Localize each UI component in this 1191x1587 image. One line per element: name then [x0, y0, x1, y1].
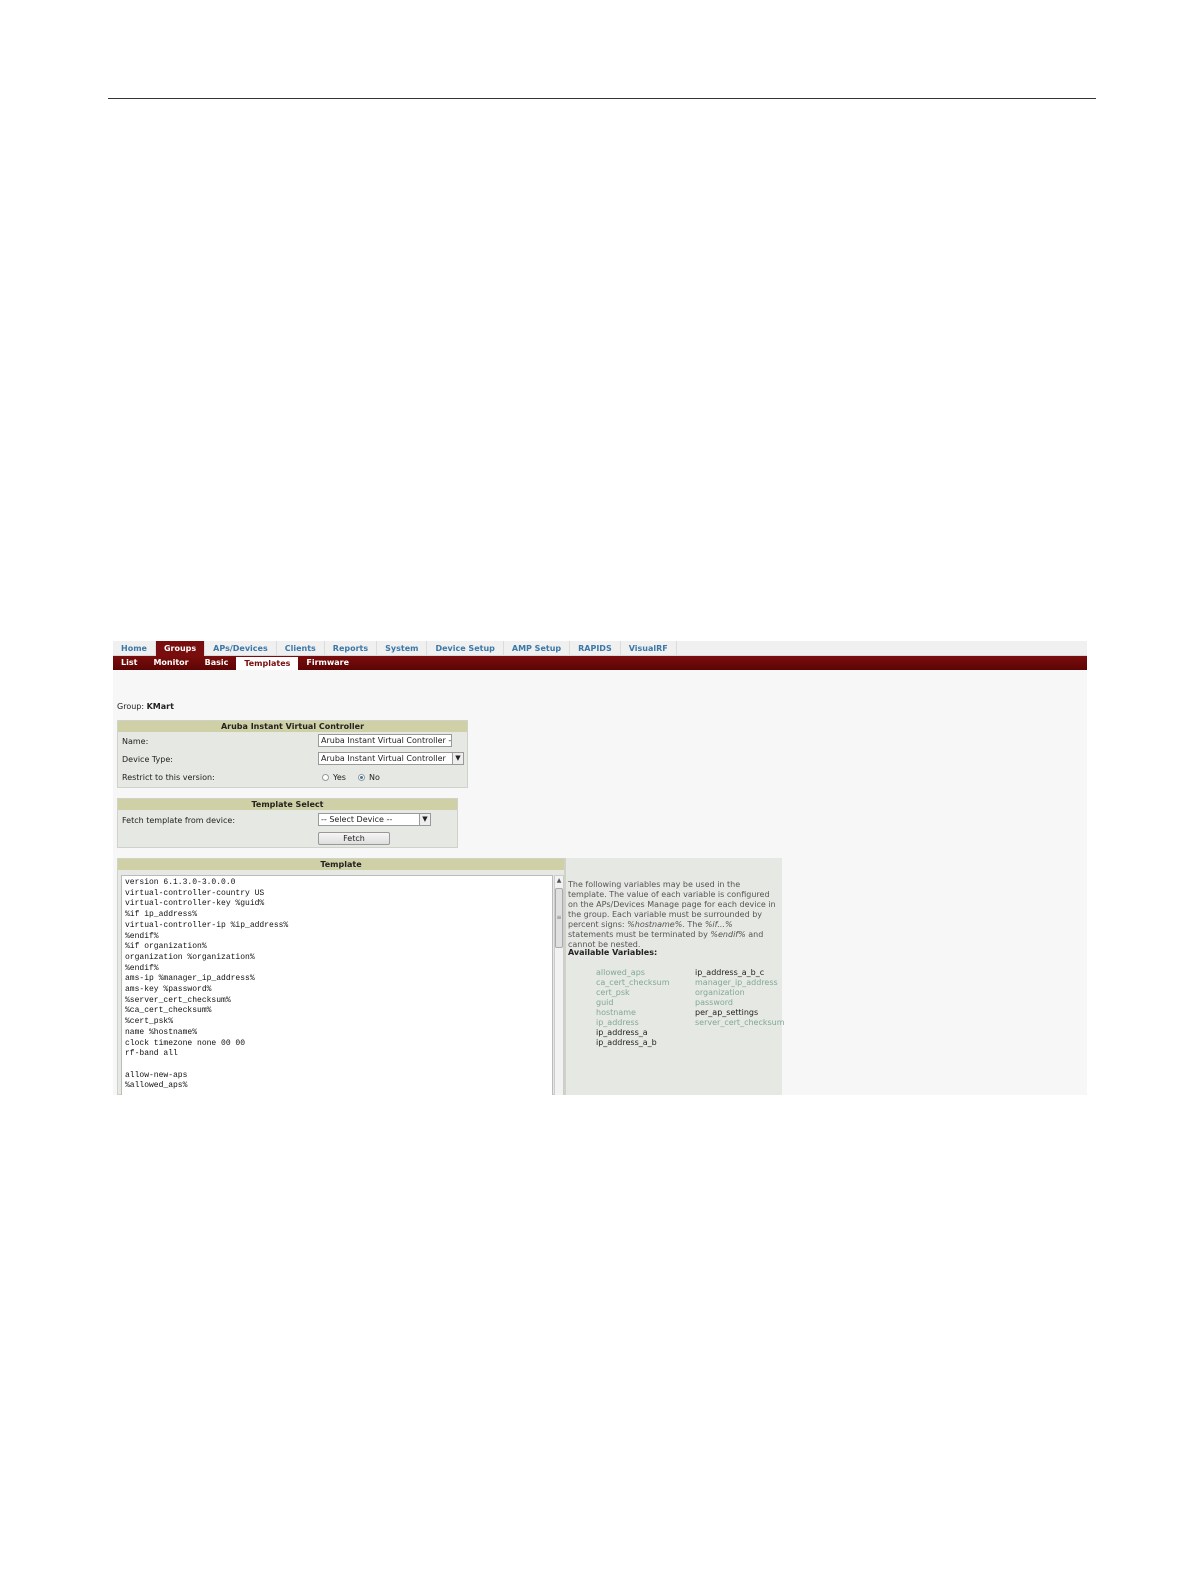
variable-server-cert-checksum[interactable]: server_cert_checksum	[695, 1018, 785, 1028]
variable-organization[interactable]: organization	[695, 988, 785, 998]
device-type-value: Aruba Instant Virtual Controller	[321, 754, 446, 763]
name-input[interactable]: Aruba Instant Virtual Controller - 6.	[318, 734, 452, 747]
tab-groups[interactable]: Groups	[155, 641, 206, 656]
tab-clients[interactable]: Clients	[277, 641, 325, 656]
subtab-list[interactable]: List	[113, 656, 145, 670]
variable-cert-psk[interactable]: cert_psk	[596, 988, 670, 998]
scroll-thumb[interactable]: ≡	[555, 888, 563, 948]
subtab-firmware[interactable]: Firmware	[298, 656, 357, 670]
tab-device-setup[interactable]: Device Setup	[427, 641, 504, 656]
help-text-2: . The	[682, 920, 705, 929]
variable-guid[interactable]: guid	[596, 998, 670, 1008]
group-label: Group:	[117, 702, 145, 711]
help-if-example: %if...%	[704, 920, 733, 929]
chevron-down-icon[interactable]: ▼	[419, 814, 430, 825]
tab-visualrf[interactable]: VisualRF	[621, 641, 677, 656]
help-text-3: statements must be terminated by	[568, 930, 711, 939]
variable-per-ap-settings: per_ap_settings	[695, 1008, 759, 1017]
tab-amp-setup[interactable]: AMP Setup	[504, 641, 571, 656]
variables-help-text: The following variables may be used in t…	[568, 880, 780, 950]
tab-rapids[interactable]: RAPIDS	[570, 641, 621, 656]
tab-aps-devices[interactable]: APs/Devices	[205, 641, 277, 656]
variables-panel: The following variables may be used in t…	[565, 858, 785, 1095]
template-panel: Template version 6.1.3.0-3.0.0.0 virtual…	[117, 858, 565, 1095]
top-nav: Home Groups APs/Devices Clients Reports Syste…	[113, 641, 1087, 656]
help-hostname-example: %hostname%	[627, 920, 683, 929]
page-top-rule	[108, 98, 1096, 99]
fetch-template-label: Fetch template from device:	[122, 816, 236, 825]
available-variables-title: Available Variables:	[568, 948, 658, 957]
variable-allowed-aps[interactable]: allowed_aps	[596, 968, 670, 978]
variable-ip-address[interactable]: ip_address	[596, 1018, 670, 1028]
variables-column-1: allowed_aps ca_cert_checksum cert_psk guid h…	[596, 968, 670, 1048]
subtab-basic[interactable]: Basic	[197, 656, 237, 670]
subtab-templates[interactable]: Templates	[236, 657, 299, 670]
tab-system[interactable]: System	[377, 641, 428, 656]
amp-screen: Home Groups APs/Devices Clients Reports Syste…	[113, 641, 1087, 1095]
restrict-no-option[interactable]: No	[358, 773, 380, 782]
restrict-yes-radio[interactable]	[322, 774, 329, 781]
variable-ip-address-a: ip_address_a	[596, 1028, 648, 1037]
template-select-panel: Template Select Fetch template from devi…	[117, 798, 458, 848]
restrict-yes-option[interactable]: Yes	[322, 773, 346, 782]
help-endif-example: %endif%	[710, 930, 746, 939]
variable-password[interactable]: password	[695, 998, 785, 1008]
variable-manager-ip-address[interactable]: manager_ip_address	[695, 978, 785, 988]
variables-column-2: ip_address_a_b_c manager_ip_address organi…	[695, 968, 785, 1028]
device-select[interactable]: -- Select Device -- ▼	[318, 813, 431, 826]
tab-home[interactable]: Home	[113, 641, 156, 656]
variable-ca-cert-checksum[interactable]: ca_cert_checksum	[596, 978, 670, 988]
restrict-version-label: Restrict to this version:	[122, 773, 215, 782]
restrict-yes-label: Yes	[333, 773, 346, 782]
restrict-no-radio[interactable]	[358, 774, 365, 781]
sub-nav: List Monitor Basic Templates Firmware	[113, 656, 1087, 670]
template-select-title: Template Select	[118, 799, 457, 810]
template-scrollbar[interactable]: ▲ ≡	[554, 875, 564, 1095]
restrict-no-label: No	[369, 773, 380, 782]
device-type-select[interactable]: Aruba Instant Virtual Controller ▼	[318, 752, 464, 765]
device-type-label: Device Type:	[122, 755, 173, 764]
scroll-up-icon[interactable]: ▲	[555, 876, 563, 886]
controller-panel-title: Aruba Instant Virtual Controller	[118, 721, 467, 732]
template-text: version 6.1.3.0-3.0.0.0 virtual-controll…	[125, 878, 289, 1091]
variable-ip-address-a-b: ip_address_a_b	[596, 1038, 657, 1047]
device-select-value: -- Select Device --	[321, 815, 393, 824]
variable-ip-address-a-b-c: ip_address_a_b_c	[695, 968, 765, 977]
subtab-monitor[interactable]: Monitor	[145, 656, 196, 670]
controller-panel: Aruba Instant Virtual Controller Name: A…	[117, 720, 468, 788]
name-label: Name:	[122, 737, 149, 746]
template-title: Template	[118, 859, 564, 870]
group-name: KMart	[146, 702, 174, 711]
template-textarea[interactable]: version 6.1.3.0-3.0.0.0 virtual-controll…	[121, 875, 553, 1095]
fetch-button[interactable]: Fetch	[318, 832, 390, 845]
tab-reports[interactable]: Reports	[325, 641, 378, 656]
variable-hostname[interactable]: hostname	[596, 1008, 670, 1018]
chevron-down-icon[interactable]: ▼	[452, 753, 463, 764]
group-indicator: Group: KMart	[117, 702, 174, 711]
